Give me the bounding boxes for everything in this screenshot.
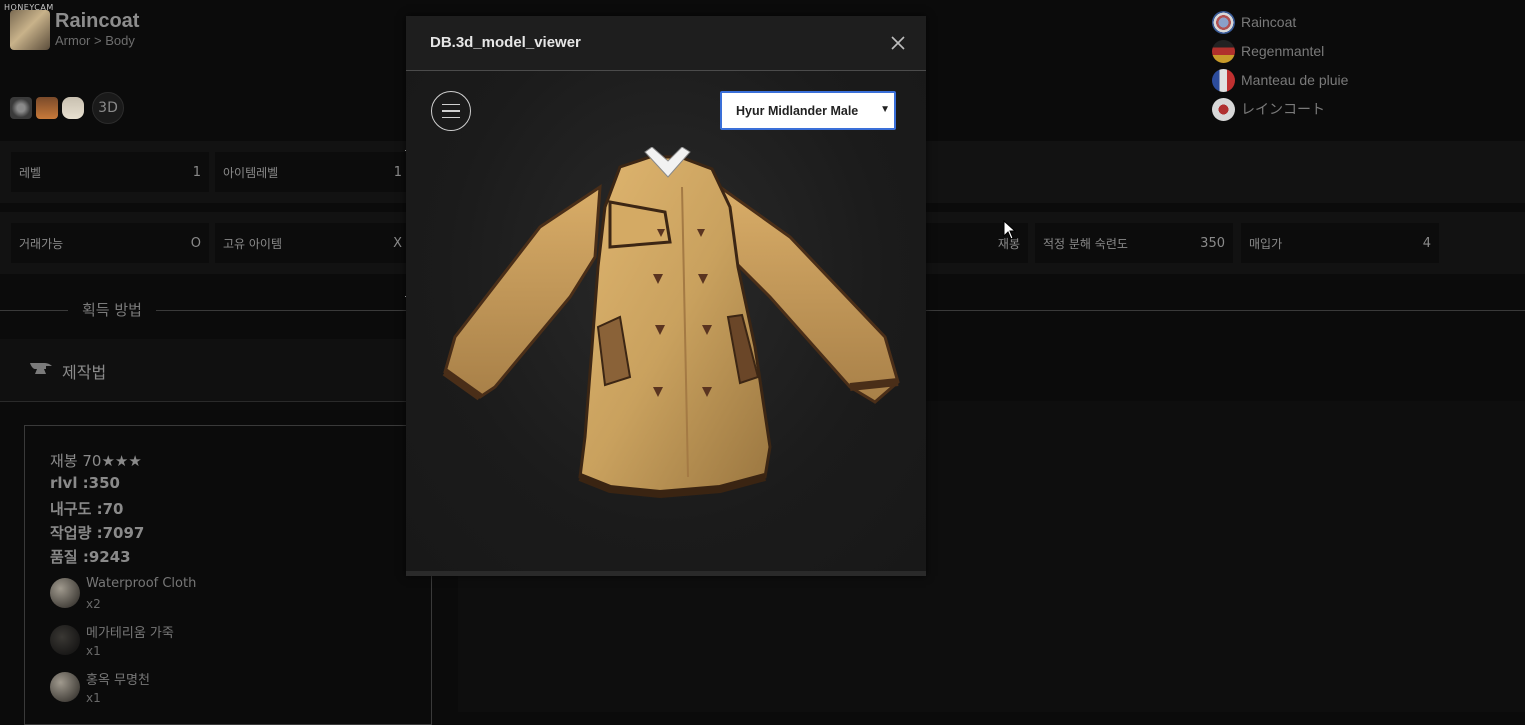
- stat-value: O: [190, 235, 201, 251]
- stat-value: X: [393, 235, 402, 251]
- class-icon[interactable]: [10, 97, 32, 119]
- stat-value: 4: [1422, 235, 1431, 251]
- menu-line: [442, 110, 460, 112]
- ingredient-qty: x1: [86, 644, 101, 658]
- modal-footer: [406, 571, 926, 576]
- mouse-cursor-icon: [1003, 220, 1017, 240]
- stat-label: 고유 아이템: [223, 236, 283, 251]
- view-3d-button[interactable]: 3D: [92, 92, 124, 124]
- modal-title: DB.3d_model_viewer: [430, 34, 581, 51]
- cloth-icon[interactable]: [50, 672, 80, 702]
- lang-fr[interactable]: Manteau de pluie: [1212, 68, 1348, 92]
- recipe-rlvl: rlvl :350: [50, 474, 120, 492]
- stat-cell: 고유 아이템 X: [215, 223, 410, 263]
- item-tool-icons: 3D: [10, 92, 124, 124]
- ingredient-name[interactable]: Waterproof Cloth: [86, 576, 196, 591]
- ingredient-name[interactable]: 메가테리움 가죽: [86, 622, 174, 641]
- cloth-icon[interactable]: [50, 578, 80, 608]
- modal-header: DB.3d_model_viewer: [406, 16, 926, 71]
- flag-jp-icon: [1212, 97, 1235, 121]
- menu-line: [442, 103, 460, 106]
- close-icon[interactable]: [889, 34, 907, 52]
- lang-de[interactable]: Regenmantel: [1212, 39, 1324, 63]
- lang-label: レインコート: [1241, 101, 1325, 117]
- ingredient-qty: x2: [86, 597, 101, 611]
- lang-label: Manteau de pluie: [1241, 72, 1349, 88]
- dye-icon[interactable]: [62, 97, 84, 119]
- dropdown-arrow-icon: ▼: [880, 104, 890, 115]
- recipe-progress: 작업량 :7097: [50, 524, 145, 542]
- ingredient-name[interactable]: 홍옥 무명천: [86, 669, 150, 688]
- stat-cell: 적정 분해 숙련도 350: [1035, 223, 1233, 263]
- recipe-quality: 품질 :9243: [50, 548, 131, 566]
- item-title: Raincoat: [55, 10, 140, 32]
- stat-label: 거래가능: [19, 236, 64, 251]
- stat-value: 1: [393, 164, 402, 180]
- flag-en-icon: [1212, 10, 1235, 34]
- stat-cell: 거래가능 O: [11, 223, 209, 263]
- race-select-value: Hyur Midlander Male: [736, 103, 859, 118]
- hamburger-menu-button[interactable]: [431, 91, 471, 131]
- model-viewer-modal: DB.3d_model_viewer Hyur Midlander Male ▼: [406, 16, 926, 576]
- stat-label: 적정 분해 숙련도: [1043, 236, 1128, 251]
- stat-label: 아이템레벨: [223, 165, 279, 180]
- leather-icon[interactable]: [50, 625, 80, 655]
- obtain-section-title: 획득 방법: [68, 299, 156, 320]
- stat-cell: 아이템레벨 1: [215, 152, 410, 192]
- stat-label: 레벨: [19, 165, 42, 180]
- anvil-icon: [30, 363, 52, 374]
- recipe-durability: 내구도 :70: [50, 500, 124, 518]
- ingredient-qty: x1: [86, 691, 101, 705]
- menu-line: [442, 116, 460, 119]
- lang-jp[interactable]: レインコート: [1212, 97, 1325, 121]
- item-thumbnail: [10, 10, 50, 50]
- stat-cell: 레벨 1: [11, 152, 209, 192]
- stat-label: 매입가: [1249, 236, 1283, 251]
- craft-tool-icon[interactable]: [36, 97, 58, 119]
- flag-fr-icon: [1212, 68, 1235, 92]
- stat-value: 1: [192, 164, 201, 180]
- lang-label: Raincoat: [1241, 14, 1297, 30]
- raincoat-3d-model[interactable]: [420, 147, 910, 567]
- lang-label: Regenmantel: [1241, 43, 1325, 59]
- recipe-class: 재봉 70★★★: [50, 452, 142, 470]
- lang-en[interactable]: Raincoat: [1212, 10, 1296, 34]
- craft-title: 제작법: [62, 363, 107, 382]
- race-select[interactable]: Hyur Midlander Male ▼: [720, 91, 896, 130]
- stat-cell: 매입가 4: [1241, 223, 1439, 263]
- stat-value: 350: [1200, 235, 1225, 251]
- flag-de-icon: [1212, 39, 1235, 63]
- model-viewport[interactable]: Hyur Midlander Male ▼: [406, 71, 926, 571]
- item-category: Armor > Body: [55, 33, 135, 48]
